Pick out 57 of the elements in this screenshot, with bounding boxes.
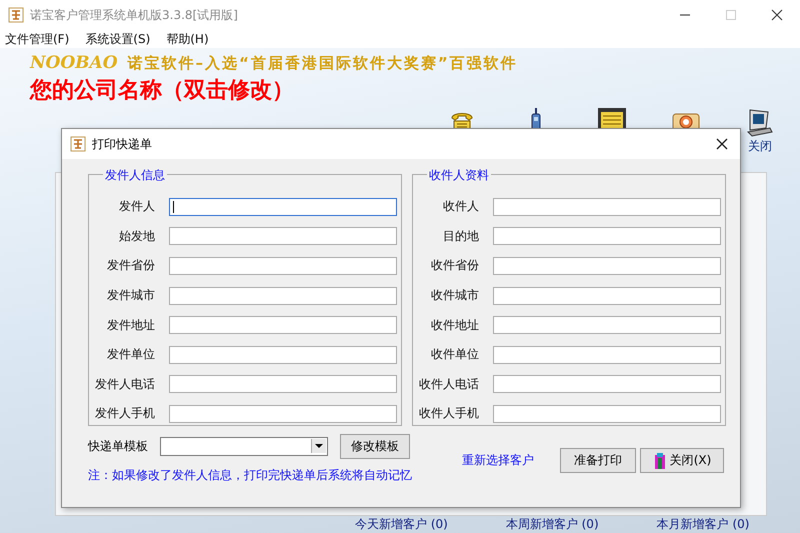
field-label: 发件人电话 [94, 376, 156, 393]
input-field[interactable] [493, 198, 721, 216]
field-label: 收件人电话 [418, 376, 480, 393]
group-title: 发件人信息 [103, 167, 167, 184]
dialog-title: 打印快递单 [92, 136, 152, 152]
input-field[interactable] [493, 256, 721, 275]
field-label: 发件城市 [106, 287, 156, 304]
input-field[interactable] [169, 316, 397, 334]
toolbar-label[interactable]: 关闭 [748, 138, 772, 155]
input-field[interactable] [169, 227, 397, 246]
template-dropdown[interactable] [160, 437, 328, 456]
input-field[interactable] [493, 227, 721, 246]
field-label: 始发地 [118, 228, 156, 245]
menu-item[interactable]: 文件管理(F) [5, 30, 70, 48]
field-label: 发件省份 [106, 257, 156, 274]
input-field[interactable] [493, 316, 721, 334]
input-field[interactable] [169, 404, 397, 423]
template-label: 快递单模板 [88, 438, 149, 455]
field-label: 发件人 [118, 198, 156, 216]
field-label: 发件地址 [106, 316, 156, 334]
stat-link[interactable]: 本月新增客户 (0) [656, 516, 750, 533]
input-field[interactable] [493, 286, 721, 305]
field-label: 收件人手机 [418, 405, 480, 422]
reselect-customer-link[interactable]: 重新选择客户 [462, 452, 534, 469]
note-text: 注：如果修改了发件人信息，打印完快递单后系统将自动记忆 [88, 467, 412, 484]
field-label: 收件单位 [430, 346, 480, 364]
exit-door-icon[interactable] [652, 452, 667, 470]
input-field[interactable] [493, 404, 721, 423]
stat-link[interactable]: 今天新增客户 (0) [355, 516, 448, 533]
field-label: 收件城市 [430, 287, 480, 304]
field-label: 收件人 [442, 198, 480, 216]
company-name[interactable]: 您的公司名称（双击修改） [0, 75, 800, 105]
app-logo-icon[interactable] [8, 7, 24, 23]
input-field[interactable] [493, 346, 721, 364]
field-label: 收件省份 [430, 257, 480, 274]
input-field[interactable] [169, 375, 397, 394]
field-label: 收件地址 [430, 316, 480, 334]
input-field[interactable] [493, 375, 721, 394]
menu-item[interactable]: 系统设置(S) [85, 30, 150, 48]
slogan-text: 诺宝软件–入选“首届香港国际软件大奖赛”百强软件 [128, 54, 518, 72]
print-button[interactable]: 准备打印 [560, 448, 636, 473]
close-icon[interactable] [714, 136, 730, 152]
input-field[interactable] [169, 198, 397, 216]
menu-item[interactable]: 帮助(H) [166, 30, 209, 48]
field-label: 目的地 [442, 228, 480, 245]
close-button[interactable]: 关闭(X) [640, 448, 724, 473]
brand-logo: NOOBAO [30, 53, 118, 73]
group-title: 收件人资料 [427, 167, 491, 184]
dialog-logo-icon[interactable] [70, 136, 86, 152]
field-label: 发件人手机 [94, 405, 156, 422]
edit-template-button[interactable]: 修改模板 [340, 434, 410, 459]
stat-link[interactable]: 本周新增客户 (0) [506, 516, 599, 533]
window-title: 诺宝客户管理系统单机版3.3.8[试用版] [30, 6, 238, 24]
input-field[interactable] [169, 256, 397, 275]
input-field[interactable] [169, 346, 397, 364]
input-field[interactable] [169, 286, 397, 305]
field-label: 发件单位 [106, 346, 156, 364]
